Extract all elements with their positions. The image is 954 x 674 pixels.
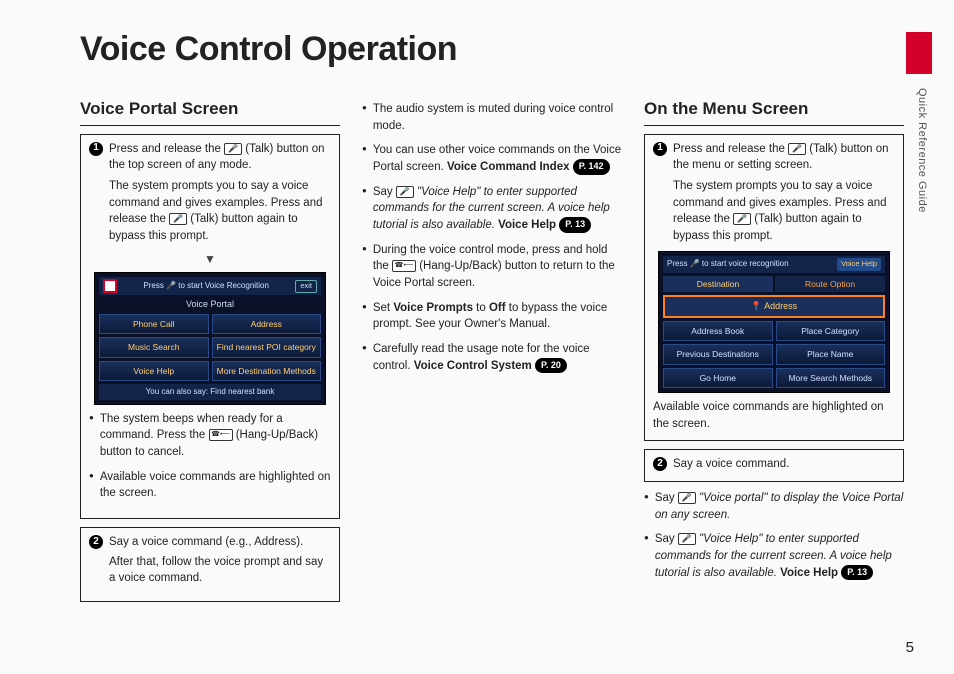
mock1-bar-text: Press 🎤 to start Voice Recognition — [143, 280, 269, 292]
c2-b5d: Off — [489, 302, 506, 314]
c2-b6b: Voice Control System — [414, 360, 532, 372]
talk-icon: 🎤 — [169, 213, 187, 225]
page-ref-142: P. 142 — [573, 159, 610, 174]
hangup-icon: ☎⟵ — [209, 429, 233, 441]
step1-box: 1 Press and release the 🎤 (Talk) button … — [80, 134, 340, 519]
step2-box: 2 Say a voice command (e.g., Address). A… — [80, 527, 340, 602]
c3-step2-box: 2 Say a voice command. — [644, 449, 904, 482]
page-title: Voice Control Operation — [80, 30, 904, 69]
mock2-btn: More Search Methods — [776, 368, 886, 388]
mock2-btn: Place Name — [776, 344, 886, 364]
mock1-btn: Find nearest POI category — [212, 337, 322, 357]
page-ref-13: P. 13 — [559, 217, 591, 232]
voice-portal-screenshot: Press 🎤 to start Voice Recognition exit … — [94, 272, 326, 405]
c2-b3a: Say — [373, 186, 396, 198]
mock1-btn: Phone Call — [99, 314, 209, 334]
step-number-2: 2 — [89, 535, 103, 549]
step-number-2: 2 — [653, 457, 667, 471]
talk-icon: 🎤 — [678, 533, 696, 545]
c3-ba1: Say — [655, 492, 678, 504]
c3-bb1: Say — [655, 533, 678, 545]
talk-icon: 🎤 — [788, 143, 806, 155]
mock2-address-highlight: 📍 Address — [663, 295, 885, 318]
mock1-exit: exit — [295, 280, 317, 293]
c2-b5a: Set — [373, 302, 393, 314]
c2-b5b: Voice Prompts — [393, 302, 473, 314]
c3-bb3: Voice Help — [780, 567, 838, 579]
side-label: Quick Reference Guide — [916, 88, 928, 213]
mock1-title: Voice Portal — [99, 298, 321, 311]
c2-b2b: Voice Command Index — [447, 161, 569, 173]
arrow-down-icon: ▼ — [89, 251, 331, 268]
talk-icon: 🎤 — [733, 213, 751, 225]
mock2-btn: Previous Destinations — [663, 344, 773, 364]
c2-b1: The audio system is muted during voice c… — [373, 101, 622, 134]
step1-text-a: Press and release the — [109, 143, 224, 155]
column-notes: The audio system is muted during voice c… — [362, 97, 622, 610]
mock2-tab-route: Route Option — [775, 276, 885, 292]
c3-caption: Available voice commands are highlighted… — [653, 399, 895, 432]
column-menu-screen: On the Menu Screen 1 Press and release t… — [644, 97, 904, 610]
talk-icon: 🎤 — [678, 492, 696, 504]
c2-b5c: to — [473, 302, 489, 314]
mock1-btn: Address — [212, 314, 322, 334]
step2-text-b: After that, follow the voice prompt and … — [109, 556, 323, 585]
highlight-corner-icon — [103, 279, 117, 293]
page-number: 5 — [906, 639, 914, 656]
menu-screen-screenshot: Press 🎤 to start voice recognition Voice… — [658, 251, 890, 393]
mock2-btn: Go Home — [663, 368, 773, 388]
c3-step1-box: 1 Press and release the 🎤 (Talk) button … — [644, 134, 904, 442]
step-number-1: 1 — [653, 142, 667, 156]
heading-menu-screen: On the Menu Screen — [644, 97, 904, 126]
column-voice-portal: Voice Portal Screen 1 Press and release … — [80, 97, 340, 610]
mock2-voicehelp: Voice Help — [837, 258, 881, 271]
heading-voice-portal: Voice Portal Screen — [80, 97, 340, 126]
mock2-btn: Address Book — [663, 321, 773, 341]
mock2-bar-text: Press 🎤 to start voice recognition — [667, 258, 789, 270]
mock1-btn: Voice Help — [99, 361, 209, 381]
hangup-icon: ☎⟵ — [392, 260, 416, 272]
mock2-btn: Place Category — [776, 321, 886, 341]
page-ref-20: P. 20 — [535, 358, 567, 373]
mock1-footer: You can also say: Find nearest bank — [99, 384, 321, 400]
c3-step1a: Press and release the — [673, 143, 788, 155]
page-ref-13b: P. 13 — [841, 565, 873, 580]
c1-bullet-b: Available voice commands are highlighted… — [100, 469, 331, 502]
talk-icon: 🎤 — [224, 143, 242, 155]
mock1-btn: More Destination Methods — [212, 361, 322, 381]
talk-icon: 🎤 — [396, 186, 414, 198]
section-tab — [906, 32, 932, 74]
c3-step2: Say a voice command. — [673, 456, 895, 473]
mock2-tab-dest: Destination — [663, 276, 773, 292]
mock1-btn: Music Search — [99, 337, 209, 357]
c2-b3c: Voice Help — [498, 219, 556, 231]
step-number-1: 1 — [89, 142, 103, 156]
step2-text-a: Say a voice command (e.g., Address). — [109, 536, 303, 548]
